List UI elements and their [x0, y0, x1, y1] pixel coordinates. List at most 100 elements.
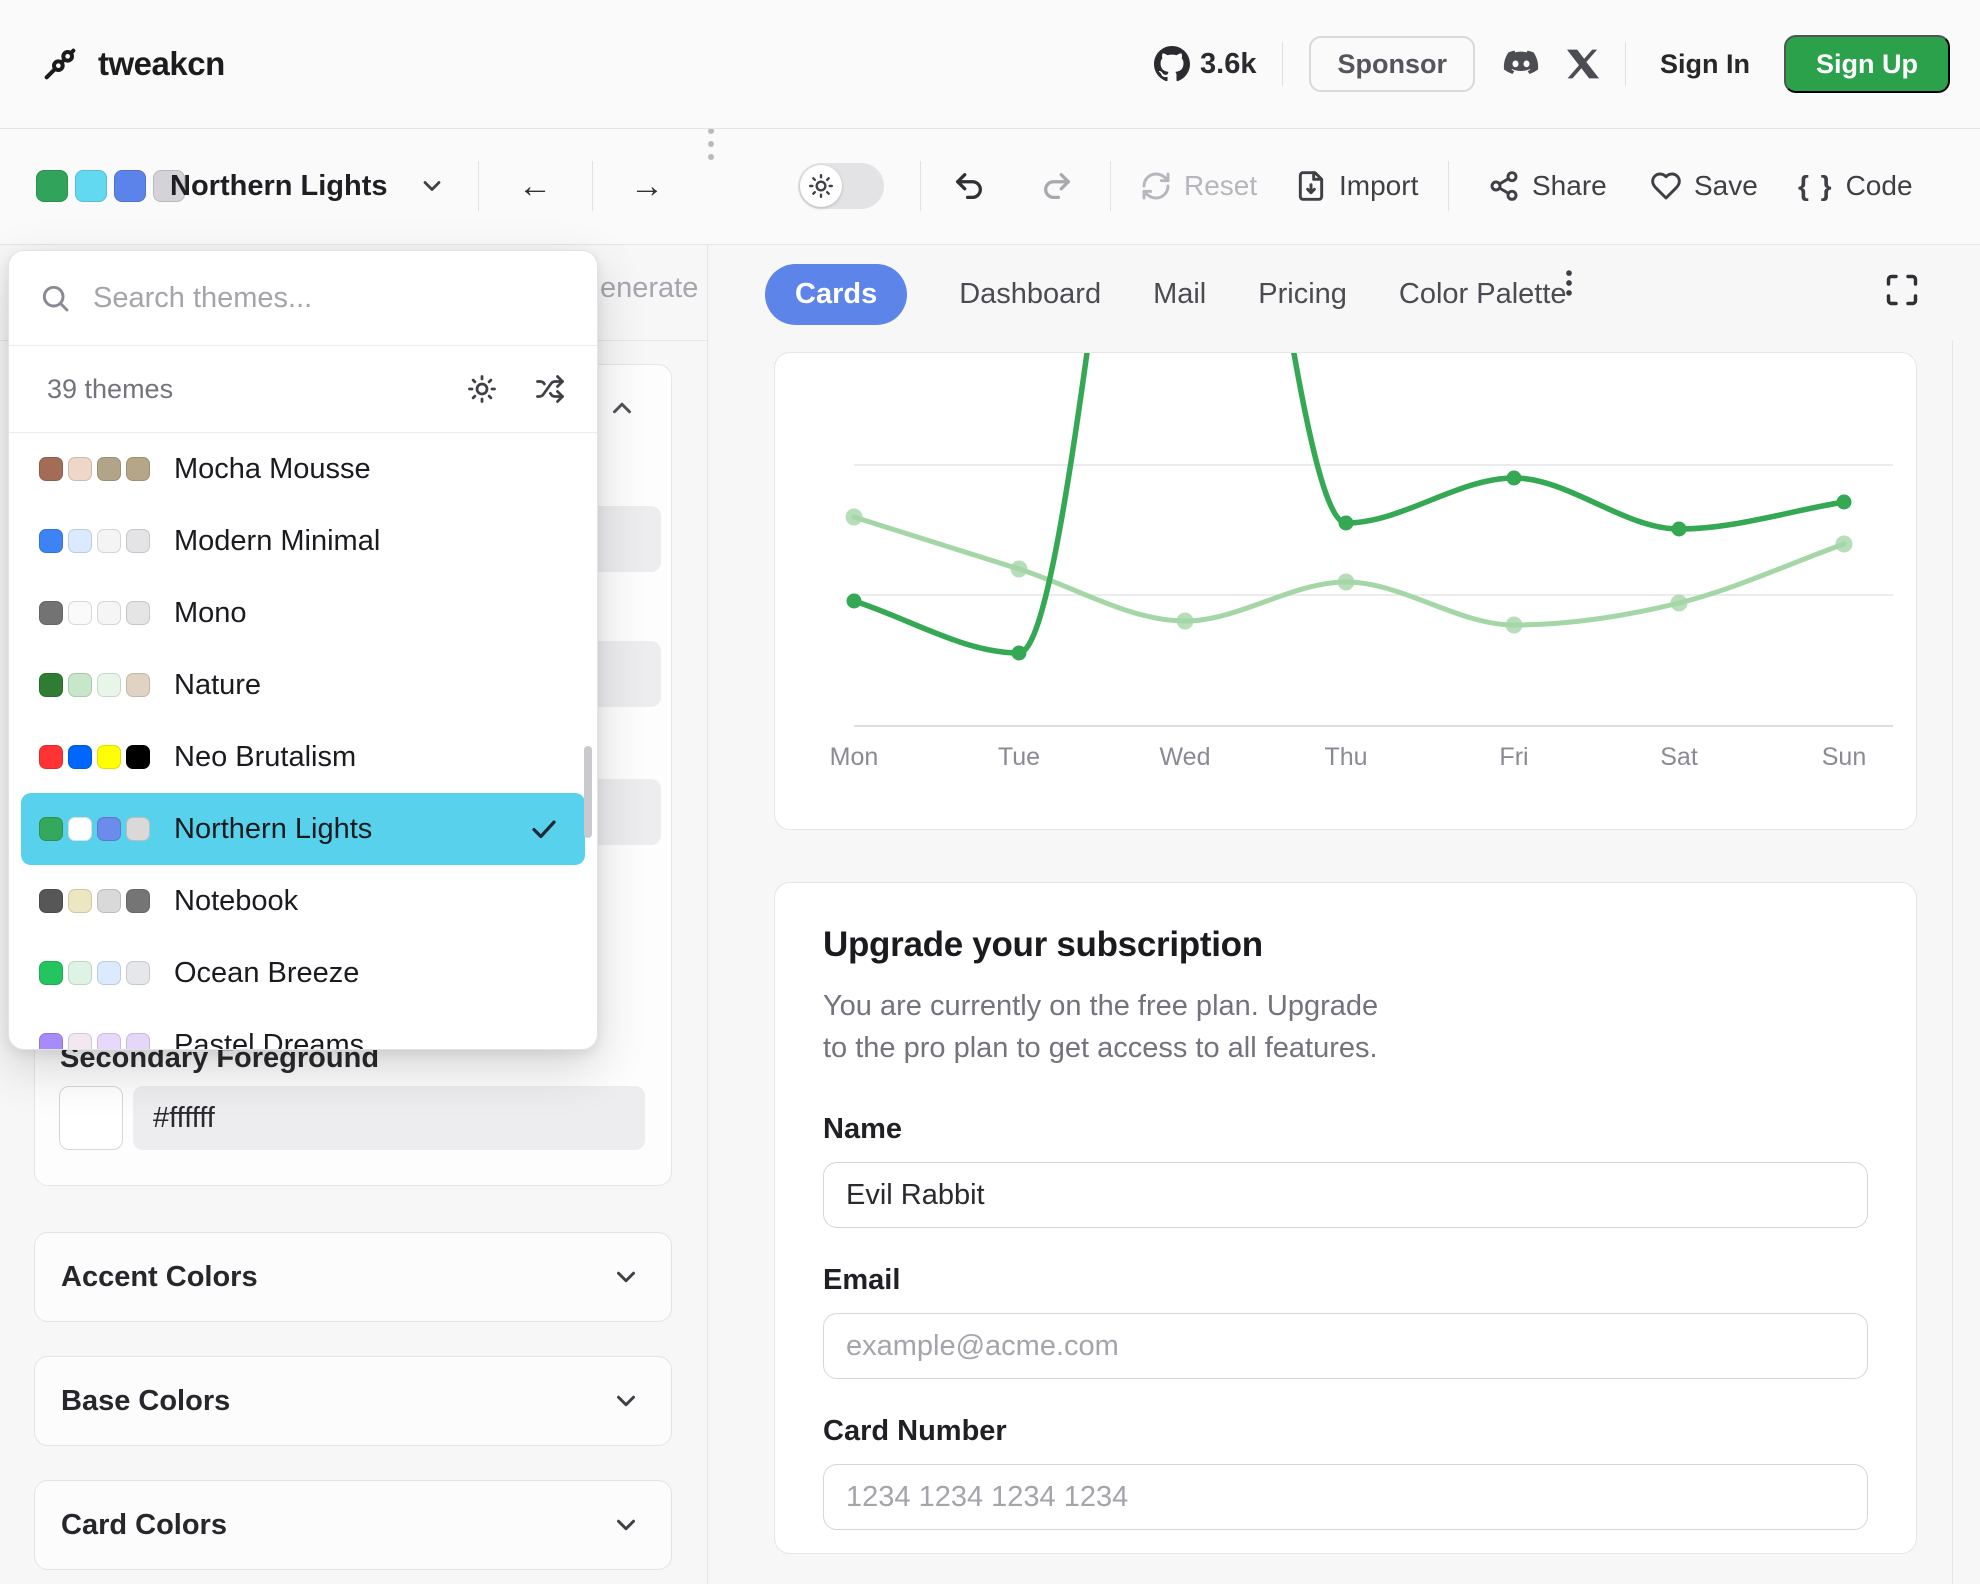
theme-name: Nature	[174, 669, 261, 702]
import-icon	[1295, 170, 1327, 202]
more-tabs-icon[interactable]	[1552, 266, 1586, 300]
name-field[interactable]	[823, 1162, 1868, 1228]
sign-up-button[interactable]: Sign Up	[1784, 35, 1950, 93]
github-star-count: 3.6k	[1200, 48, 1256, 81]
discord-icon[interactable]	[1501, 44, 1541, 84]
undo-button[interactable]	[952, 128, 986, 244]
x-icon[interactable]	[1567, 48, 1599, 80]
github-icon	[1154, 46, 1190, 82]
secondary-foreground-swatch[interactable]	[59, 1086, 123, 1150]
save-label: Save	[1694, 170, 1758, 202]
theme-list-item[interactable]: Notebook	[21, 865, 585, 937]
sponsor-button[interactable]: Sponsor	[1309, 36, 1475, 92]
email-field[interactable]	[823, 1313, 1868, 1379]
theme-list-item[interactable]: Pastel Dreams	[21, 1009, 585, 1050]
reset-button[interactable]: Reset	[1140, 128, 1257, 244]
sign-in-button[interactable]: Sign In	[1652, 49, 1758, 80]
check-icon	[529, 814, 559, 844]
card-number-field[interactable]	[823, 1464, 1868, 1530]
brand[interactable]: tweakcn	[40, 0, 225, 128]
search-input[interactable]: Search themes...	[93, 282, 312, 315]
header-divider	[1282, 42, 1283, 86]
chart-card: MonTueWedThuFriSatSun	[774, 352, 1917, 830]
section-label: Base Colors	[61, 1385, 230, 1418]
section-label: Card Colors	[61, 1509, 227, 1542]
theme-swatches	[39, 817, 150, 841]
share-icon	[1488, 170, 1520, 202]
import-label: Import	[1339, 170, 1418, 202]
tab-mail[interactable]: Mail	[1153, 278, 1206, 311]
tab-cards[interactable]: Cards	[765, 264, 907, 325]
heart-icon	[1650, 170, 1682, 202]
tab-dashboard[interactable]: Dashboard	[959, 278, 1101, 311]
theme-name: Mocha Mousse	[174, 453, 371, 486]
preview-tabs: Cards Dashboard Mail Pricing Color Palette	[765, 256, 1567, 332]
chevron-up-icon[interactable]	[607, 393, 637, 423]
header-divider	[1625, 42, 1626, 86]
toolbar-divider	[592, 161, 593, 211]
share-button[interactable]: Share	[1488, 128, 1607, 244]
theme-search-row[interactable]: Search themes...	[9, 251, 597, 346]
panel-split-divider[interactable]	[707, 128, 708, 1584]
generate-button-partial[interactable]: enerate	[600, 272, 698, 305]
tab-pricing[interactable]: Pricing	[1258, 278, 1347, 311]
name-label: Name	[823, 1113, 1868, 1146]
theme-name: Notebook	[174, 885, 298, 918]
next-theme-button[interactable]: →	[630, 128, 664, 244]
theme-color-swatch	[75, 170, 107, 202]
svg-text:Tue: Tue	[998, 743, 1040, 771]
theme-color-swatch	[114, 170, 146, 202]
share-label: Share	[1532, 170, 1607, 202]
shuffle-icon[interactable]	[535, 374, 565, 404]
upgrade-card-description: to the pro plan to get access to all fea…	[823, 1027, 1868, 1069]
accent-colors-section[interactable]: Accent Colors	[34, 1232, 672, 1322]
chevron-down-icon	[611, 1510, 641, 1540]
theme-list-item[interactable]: Ocean Breeze	[21, 937, 585, 1009]
dropdown-scrollbar[interactable]	[584, 746, 592, 838]
card-colors-section[interactable]: Card Colors	[34, 1480, 672, 1570]
theme-list-item[interactable]: Nature	[21, 649, 585, 721]
chevron-down-icon[interactable]	[418, 128, 446, 244]
toolbar-divider	[478, 161, 479, 211]
theme-list-item[interactable]: Mocha Mousse	[21, 433, 585, 505]
panel-drag-handle-icon[interactable]	[708, 128, 714, 244]
section-label: Accent Colors	[61, 1261, 258, 1294]
light-mode-filter-icon[interactable]	[467, 374, 497, 404]
prev-theme-button[interactable]: ←	[518, 128, 552, 244]
code-label: Code	[1846, 170, 1913, 202]
theme-color-swatch	[36, 170, 68, 202]
fullscreen-icon[interactable]	[1884, 272, 1920, 308]
top-header: tweakcn 3.6k Sponsor Sign In Sign Up	[0, 0, 1980, 129]
theme-swatches	[39, 745, 150, 769]
email-label: Email	[823, 1264, 1868, 1297]
theme-selector[interactable]: Northern Lights	[170, 128, 388, 244]
theme-list-item[interactable]: Neo Brutalism	[21, 721, 585, 793]
current-theme-swatches[interactable]	[36, 128, 185, 244]
header-actions: 3.6k Sponsor Sign In Sign Up	[1154, 0, 1950, 128]
secondary-foreground-hex-input[interactable]: #ffffff	[133, 1086, 645, 1150]
code-braces-icon: { }	[1798, 170, 1834, 202]
upgrade-subscription-card: Upgrade your subscription You are curren…	[774, 882, 1917, 1554]
svg-text:Wed: Wed	[1160, 743, 1211, 771]
theme-list-item[interactable]: Modern Minimal	[21, 505, 585, 577]
editor-toolbar: Northern Lights ← → Reset Import Share	[0, 128, 1980, 245]
save-button[interactable]: Save	[1650, 128, 1758, 244]
light-dark-toggle[interactable]	[798, 163, 884, 209]
github-stars-link[interactable]: 3.6k	[1154, 46, 1256, 82]
code-button[interactable]: { } Code	[1798, 128, 1913, 244]
theme-swatches	[39, 673, 150, 697]
base-colors-section[interactable]: Base Colors	[34, 1356, 672, 1446]
theme-swatches	[39, 529, 150, 553]
preview-resize-edge[interactable]	[1952, 340, 1953, 1584]
card-number-label: Card Number	[823, 1415, 1868, 1448]
theme-list-item[interactable]: Mono	[21, 577, 585, 649]
import-button[interactable]: Import	[1295, 128, 1418, 244]
redo-button[interactable]	[1040, 128, 1074, 244]
theme-list-item[interactable]: Northern Lights	[21, 793, 585, 865]
toolbar-divider	[1448, 161, 1449, 211]
theme-count-row: 39 themes	[9, 346, 597, 433]
tab-color-palette[interactable]: Color Palette	[1399, 278, 1567, 311]
reset-icon	[1140, 170, 1172, 202]
upgrade-card-title: Upgrade your subscription	[823, 925, 1868, 965]
line-chart[interactable]: MonTueWedThuFriSatSun	[775, 353, 1916, 829]
